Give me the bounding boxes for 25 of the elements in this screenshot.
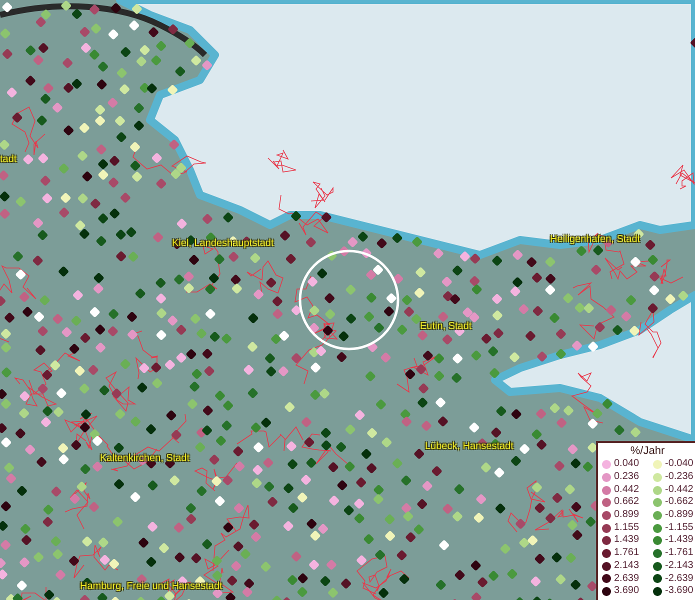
legend-value: 0.442 <box>614 484 640 496</box>
place-label: tadt <box>0 154 17 166</box>
legend-value: 0.899 <box>614 509 640 522</box>
legend-value: -0.662 <box>665 496 694 510</box>
legend-value: 3.690 <box>614 585 640 598</box>
legend-value: -0.899 <box>665 509 694 522</box>
legend-value: 1.155 <box>614 522 640 534</box>
legend-value: 1.439 <box>614 534 640 548</box>
legend-value: -0.442 <box>665 484 694 496</box>
legend-value: -0.236 <box>665 470 694 484</box>
legend-value: -3.690 <box>665 585 694 598</box>
legend-title: %/Jahr <box>630 445 665 458</box>
legend-value: -2.143 <box>665 560 694 573</box>
legend-value: 1.761 <box>614 547 640 560</box>
legend-value: 0.662 <box>614 496 640 510</box>
legend-value: 2.639 <box>614 572 640 586</box>
legend-value: -1.155 <box>665 522 694 534</box>
place-label: Eutin, Stadt <box>420 321 472 333</box>
legend-value: -2.639 <box>665 572 694 586</box>
legend-value: -0.040 <box>665 458 694 471</box>
legend-value: -1.761 <box>665 547 694 560</box>
legend-value: -1.439 <box>665 534 694 548</box>
legend-value: 0.236 <box>614 470 640 484</box>
legend-value: 0.040 <box>614 458 640 471</box>
legend-value: 2.143 <box>614 560 640 573</box>
